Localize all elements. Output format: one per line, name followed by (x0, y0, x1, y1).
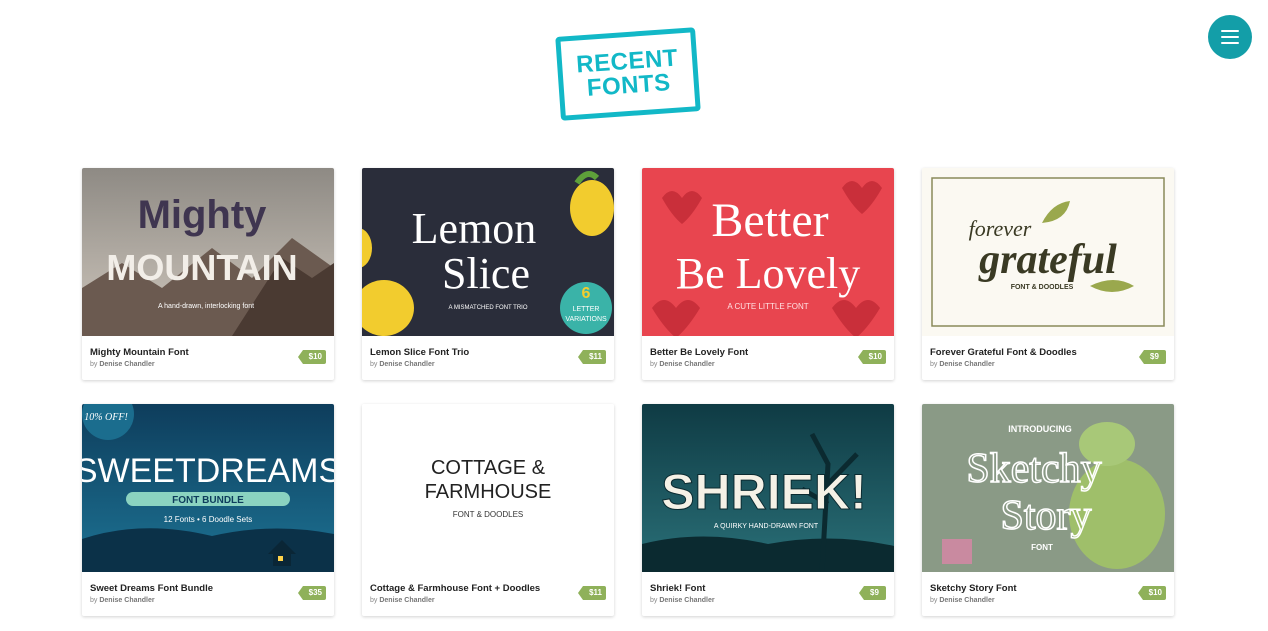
product-title[interactable]: Lemon Slice Font Trio (370, 347, 606, 358)
price-tag: $10 (297, 350, 326, 364)
price-tag: $10 (1137, 586, 1166, 600)
product-author[interactable]: by Denise Chandler (930, 361, 1166, 368)
product-card[interactable]: Lemon Slice A MISMATCHED FONT TRIO 6 LET… (362, 168, 614, 380)
product-author[interactable]: by Denise Chandler (370, 597, 606, 604)
product-title[interactable]: Sweet Dreams Font Bundle (90, 583, 326, 594)
art-badge: 10% OFF! (84, 412, 128, 423)
art-text: Mighty (138, 193, 268, 237)
product-thumbnail[interactable]: 10% OFF! SWEETDREAMS FONT BUNDLE 12 Font… (82, 404, 334, 572)
art-text: Lemon (412, 204, 537, 253)
art-tagline: FONT (1031, 543, 1053, 552)
product-author[interactable]: by Denise Chandler (930, 597, 1166, 604)
art-text: SHRIEK! (661, 464, 867, 520)
price-tag: $11 (578, 350, 606, 364)
product-title[interactable]: Cottage & Farmhouse Font + Doodles (370, 583, 606, 594)
product-title[interactable]: Mighty Mountain Font (90, 347, 326, 358)
product-card[interactable]: Better Be Lovely A CUTE LITTLE FONT Bett… (642, 168, 894, 380)
art-tagline: FONT & DOODLES (1011, 284, 1074, 291)
art-text: Story (1000, 493, 1091, 539)
art-text: FARMHOUSE (425, 481, 552, 503)
art-text: grateful (978, 237, 1117, 283)
art-tagline: A QUIRKY HAND-DRAWN FONT (714, 523, 819, 530)
product-author[interactable]: by Denise Chandler (90, 597, 326, 604)
art-tagline: 12 Fonts • 6 Doodle Sets (164, 515, 253, 524)
art-text: Be Lovely (676, 249, 861, 298)
product-card[interactable]: INTRODUCING Sketchy Story FONT Sketchy S… (922, 404, 1174, 616)
art-text: MOUNTAIN (106, 247, 297, 288)
product-thumbnail[interactable]: Mighty MOUNTAIN A hand-drawn, interlocki… (82, 168, 334, 336)
art-badge: LETTER (573, 306, 600, 313)
product-author[interactable]: by Denise Chandler (370, 361, 606, 368)
product-thumbnail[interactable]: COTTAGE & FARMHOUSE FONT & DOODLES (362, 404, 614, 572)
hamburger-menu-icon (1221, 30, 1239, 32)
logo[interactable]: RECENT FONTS (555, 27, 701, 121)
price-tag: $9 (1139, 350, 1166, 364)
product-grid: Mighty MOUNTAIN A hand-drawn, interlocki… (82, 168, 1174, 616)
sketchy-story-artwork: INTRODUCING Sketchy Story FONT (922, 404, 1174, 572)
art-badge: 6 (582, 285, 591, 302)
art-text: SWEETDREAMS (82, 452, 334, 490)
art-tagline: A CUTE LITTLE FONT (727, 302, 808, 311)
menu-button[interactable] (1208, 15, 1252, 59)
art-text: COTTAGE & (431, 457, 546, 479)
price-tag: $10 (857, 350, 886, 364)
product-author[interactable]: by Denise Chandler (650, 361, 886, 368)
logo-line-2: FONTS (586, 69, 672, 102)
better-be-lovely-artwork: Better Be Lovely A CUTE LITTLE FONT (642, 168, 894, 336)
product-title[interactable]: Forever Grateful Font & Doodles (930, 347, 1166, 358)
shriek-artwork: SHRIEK! A QUIRKY HAND-DRAWN FONT (642, 404, 894, 572)
product-card[interactable]: Mighty MOUNTAIN A hand-drawn, interlocki… (82, 168, 334, 380)
product-author[interactable]: by Denise Chandler (90, 361, 326, 368)
product-card[interactable]: SHRIEK! A QUIRKY HAND-DRAWN FONT Shriek!… (642, 404, 894, 616)
product-title[interactable]: Sketchy Story Font (930, 583, 1166, 594)
product-card[interactable]: forever grateful FONT & DOODLES Forever … (922, 168, 1174, 380)
product-thumbnail[interactable]: SHRIEK! A QUIRKY HAND-DRAWN FONT (642, 404, 894, 572)
sweet-dreams-artwork: 10% OFF! SWEETDREAMS FONT BUNDLE 12 Font… (82, 404, 334, 572)
art-tagline: A hand-drawn, interlocking font (158, 303, 254, 310)
price-tag: $11 (578, 586, 606, 600)
product-card[interactable]: COTTAGE & FARMHOUSE FONT & DOODLES Cotta… (362, 404, 614, 616)
product-card[interactable]: 10% OFF! SWEETDREAMS FONT BUNDLE 12 Font… (82, 404, 334, 616)
art-text: Better (711, 194, 828, 247)
forever-grateful-artwork: forever grateful FONT & DOODLES (922, 168, 1174, 336)
art-text: Slice (442, 249, 530, 298)
price-tag: $9 (859, 586, 886, 600)
art-tagline: A MISMATCHED FONT TRIO (448, 305, 527, 311)
cottage-farmhouse-artwork: COTTAGE & FARMHOUSE FONT & DOODLES (362, 404, 614, 572)
product-thumbnail[interactable]: Better Be Lovely A CUTE LITTLE FONT (642, 168, 894, 336)
art-badge: VARIATIONS (565, 316, 607, 323)
art-tagline: FONT & DOODLES (453, 510, 524, 519)
price-tag: $35 (297, 586, 326, 600)
product-thumbnail[interactable]: INTRODUCING Sketchy Story FONT (922, 404, 1174, 572)
mighty-mountain-artwork: Mighty MOUNTAIN A hand-drawn, interlocki… (82, 168, 334, 336)
lemon-slice-artwork: Lemon Slice A MISMATCHED FONT TRIO 6 LET… (362, 168, 614, 336)
product-thumbnail[interactable]: forever grateful FONT & DOODLES (922, 168, 1174, 336)
art-text: INTRODUCING (1008, 424, 1072, 434)
art-text: FONT BUNDLE (172, 495, 244, 506)
art-text: Sketchy (966, 446, 1101, 492)
product-title[interactable]: Shriek! Font (650, 583, 886, 594)
product-thumbnail[interactable]: Lemon Slice A MISMATCHED FONT TRIO 6 LET… (362, 168, 614, 336)
product-title[interactable]: Better Be Lovely Font (650, 347, 886, 358)
product-author[interactable]: by Denise Chandler (650, 597, 886, 604)
